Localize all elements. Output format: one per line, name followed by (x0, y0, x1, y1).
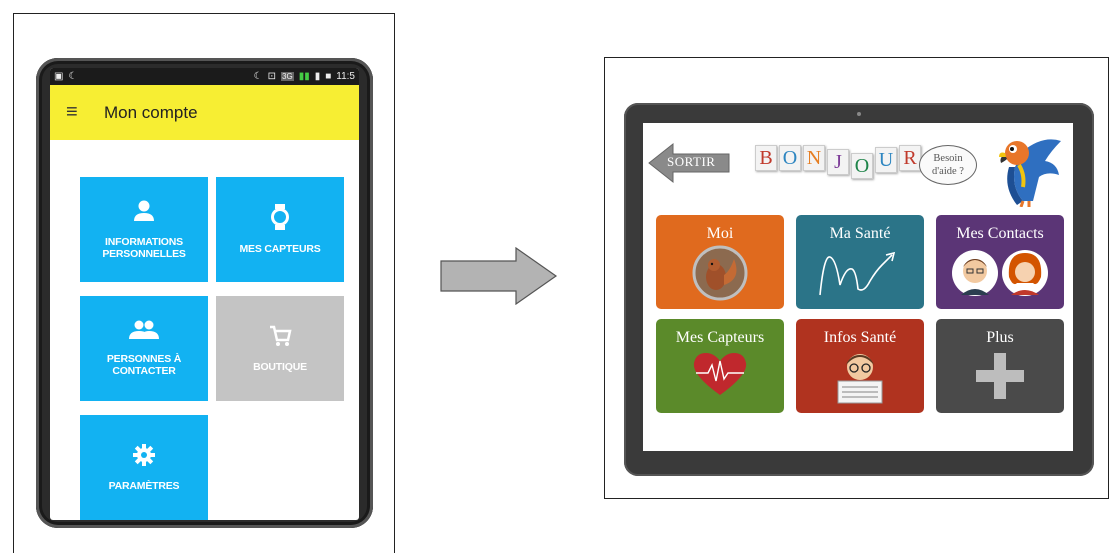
signal-icon: ▮▮ (298, 71, 310, 82)
tile-mes-capteurs[interactable]: MES CAPTEURS (216, 177, 344, 282)
hamburger-menu-icon[interactable]: ≡ (66, 101, 96, 124)
gear-icon (132, 443, 156, 472)
bonjour-banner: B O N J O U R (755, 145, 921, 179)
card-moi[interactable]: Moi (656, 215, 784, 309)
person-icon (133, 199, 155, 228)
plus-icon (976, 353, 1024, 399)
tablet-device: SORTIR B O N J O U R Besoin d'aide ? Moi (624, 103, 1094, 476)
tile-label: MES CAPTEURS (239, 243, 321, 255)
contacts-faces-icon (952, 250, 1048, 296)
tile-label: PERSONNELLES (102, 248, 186, 260)
parrot-mascot-icon[interactable] (993, 131, 1063, 207)
status-icon: ☾ (68, 71, 78, 82)
card-ma-sante[interactable]: Ma Santé (796, 215, 924, 309)
status-icon: ▣ (54, 71, 64, 82)
tile-personnes-a-contacter[interactable]: PERSONNES À CONTACTER (80, 296, 208, 401)
greeting-letter: J (827, 149, 849, 175)
greeting-letter: B (755, 145, 777, 171)
transition-arrow-icon (440, 247, 558, 305)
sortir-button-label[interactable]: SORTIR (667, 154, 715, 170)
card-label: Plus (986, 329, 1014, 346)
card-label: Ma Santé (829, 225, 891, 242)
tile-label: INFORMATIONS (105, 236, 183, 248)
status-bar: ▣ ☾ ☾ ⊡ 3G ▮▮ ▮ ■ 11:5 (50, 68, 359, 85)
card-mes-capteurs[interactable]: Mes Capteurs (656, 319, 784, 413)
tile-informations-personnelles[interactable]: INFORMATIONS PERSONNELLES (80, 177, 208, 282)
tile-boutique[interactable]: BOUTIQUE (216, 296, 344, 401)
help-bubble-line: Besoin (933, 153, 963, 164)
camera-dot (857, 112, 861, 116)
status-icon: ☾ (253, 71, 263, 82)
greeting-letter: O (779, 145, 801, 171)
watch-icon (270, 204, 290, 235)
signal-icon: ▮ (314, 71, 321, 82)
people-icon (129, 320, 159, 345)
squirrel-photo-icon (692, 245, 748, 301)
smartphone-device: ▣ ☾ ☾ ⊡ 3G ▮▮ ▮ ■ 11:5 ≡ Mon compte INFOR… (36, 58, 373, 528)
card-plus[interactable]: Plus (936, 319, 1064, 413)
heartbeat-icon (693, 353, 747, 395)
clock: 11:5 (336, 71, 355, 82)
page-title: Mon compte (104, 102, 198, 122)
tile-parametres[interactable]: PARAMÈTRES (80, 415, 208, 520)
card-mes-contacts[interactable]: Mes Contacts (936, 215, 1064, 309)
card-label: Moi (706, 225, 734, 242)
cart-icon (268, 324, 292, 353)
tile-label: BOUTIQUE (253, 361, 307, 373)
help-bubble[interactable]: Besoin d'aide ? (919, 145, 977, 185)
app-bar: ≡ Mon compte (50, 85, 359, 140)
tablet-screen: SORTIR B O N J O U R Besoin d'aide ? Moi (643, 123, 1073, 451)
card-label: Mes Capteurs (675, 329, 765, 346)
card-infos-sante[interactable]: Infos Santé (796, 319, 924, 413)
tile-label: PARAMÈTRES (108, 480, 180, 492)
card-label: Mes Contacts (956, 225, 1044, 242)
greeting-letter: N (803, 145, 825, 171)
network-badge: 3G (281, 72, 294, 81)
greeting-letter: U (875, 147, 897, 173)
battery-icon: ■ (325, 71, 332, 82)
greeting-letter: R (899, 145, 921, 171)
card-label: Infos Santé (823, 329, 897, 346)
tile-label: PERSONNES À (106, 353, 182, 365)
status-icon: ⊡ (267, 71, 277, 82)
help-bubble-line: d'aide ? (932, 166, 964, 177)
greeting-letter: O (851, 153, 873, 179)
newspaper-reader-icon (837, 354, 883, 404)
tile-label: CONTACTER (112, 365, 176, 377)
health-chart-icon (819, 251, 896, 296)
